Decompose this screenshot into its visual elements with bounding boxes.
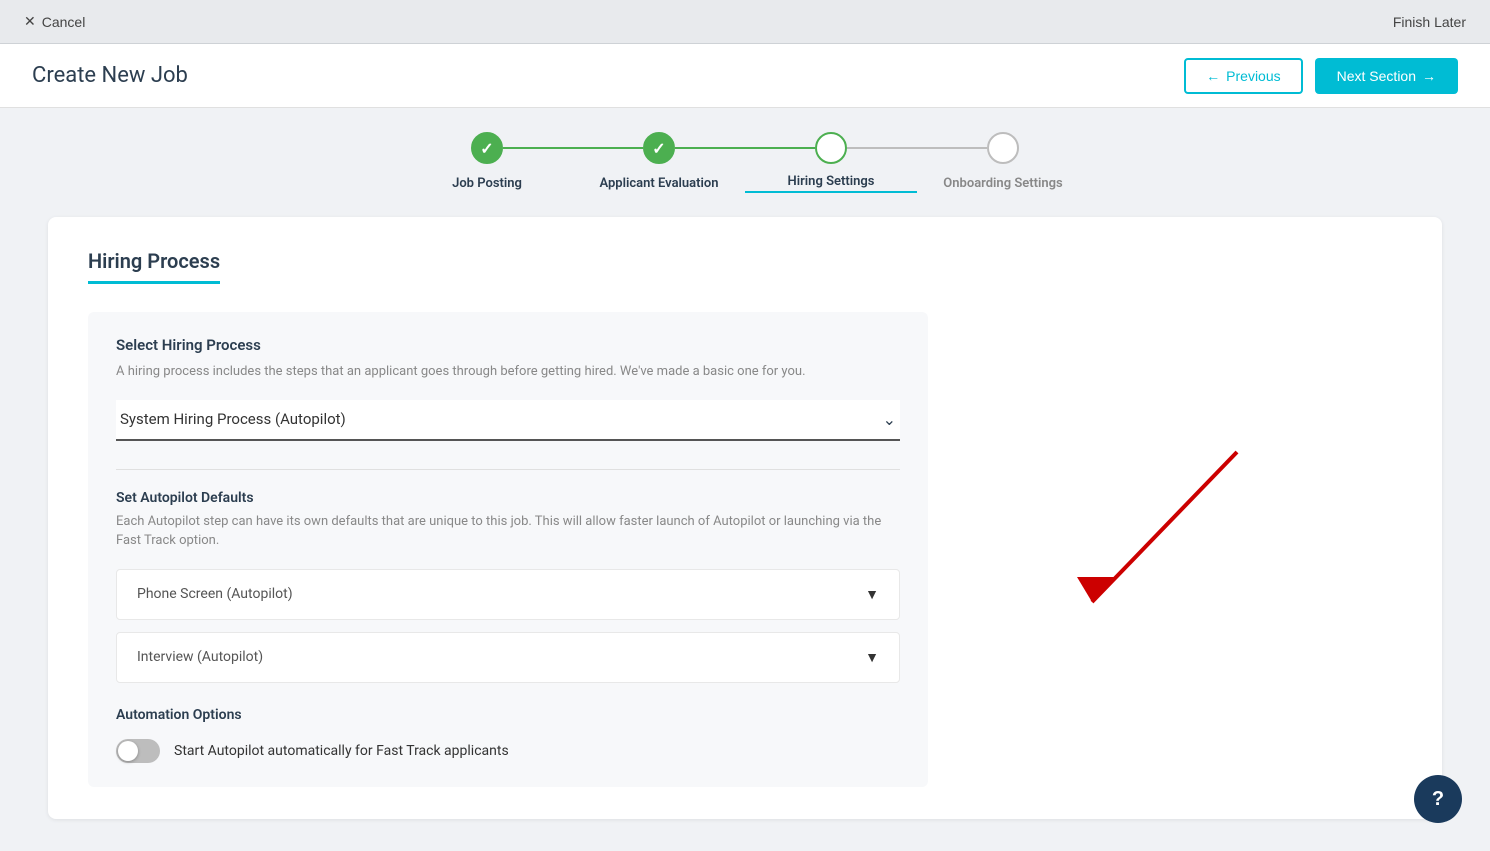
cancel-button[interactable]: ✕ Cancel xyxy=(24,13,85,30)
step-label-4[interactable]: Onboarding Settings xyxy=(917,176,1089,191)
next-label: Next Section xyxy=(1337,68,1416,84)
interview-chevron: ▼ xyxy=(865,649,879,666)
header-actions: ← Previous Next Section → xyxy=(1184,58,1458,94)
arrow-right-icon: → xyxy=(1422,68,1436,84)
autopilot-desc: Each Autopilot step can have its own def… xyxy=(116,512,900,551)
hiring-process-dropdown[interactable]: System Hiring Process (Autopilot) ⌄ xyxy=(116,400,900,441)
arrow-left-icon: ← xyxy=(1206,68,1220,84)
step-line-1 xyxy=(503,147,643,149)
step-circle-3 xyxy=(815,132,847,164)
main-content: Hiring Process Select Hiring Process A h… xyxy=(0,193,1490,843)
automation-title: Automation Options xyxy=(116,707,900,723)
finish-later-label: Finish Later xyxy=(1393,14,1466,30)
interview-accordion[interactable]: Interview (Autopilot) ▼ xyxy=(116,632,900,683)
page-title: Create New Job xyxy=(32,63,188,88)
top-bar: ✕ Cancel Finish Later xyxy=(0,0,1490,44)
automation-options-section: Automation Options Start Autopilot autom… xyxy=(116,707,900,763)
steps-labels: Job Posting Applicant Evaluation Hiring … xyxy=(401,174,1089,193)
select-hiring-desc: A hiring process includes the steps that… xyxy=(116,362,900,382)
hiring-process-card: Hiring Process Select Hiring Process A h… xyxy=(48,217,1442,819)
step-label-1[interactable]: Job Posting xyxy=(401,176,573,191)
phone-screen-label: Phone Screen (Autopilot) xyxy=(137,586,293,602)
toggle-row: Start Autopilot automatically for Fast T… xyxy=(116,739,900,763)
select-hiring-title: Select Hiring Process xyxy=(116,336,900,354)
step-label-2[interactable]: Applicant Evaluation xyxy=(573,176,745,191)
select-hiring-process-box: Select Hiring Process A hiring process i… xyxy=(88,312,928,787)
step-circle-4 xyxy=(987,132,1019,164)
section-title: Hiring Process xyxy=(88,249,220,284)
toggle-label: Start Autopilot automatically for Fast T… xyxy=(174,743,509,759)
help-button[interactable]: ? xyxy=(1414,775,1462,823)
phone-screen-chevron: ▼ xyxy=(865,586,879,603)
question-mark-icon: ? xyxy=(1432,788,1444,811)
finish-later-button[interactable]: Finish Later xyxy=(1393,14,1466,30)
toggle-knob xyxy=(118,741,138,761)
autopilot-section: Set Autopilot Defaults Each Autopilot st… xyxy=(116,469,900,763)
phone-screen-accordion[interactable]: Phone Screen (Autopilot) ▼ xyxy=(116,569,900,620)
step-line-2 xyxy=(675,147,815,149)
progress-section: ✓ ✓ Job Posting Applicant Evaluation Hir… xyxy=(0,108,1490,193)
step-label-3[interactable]: Hiring Settings xyxy=(745,174,917,193)
previous-label: Previous xyxy=(1226,68,1280,84)
close-icon: ✕ xyxy=(24,13,36,30)
autopilot-toggle[interactable] xyxy=(116,739,160,763)
interview-label: Interview (Autopilot) xyxy=(137,649,263,665)
step-circle-2: ✓ xyxy=(643,132,675,164)
step-line-3 xyxy=(847,147,987,149)
autopilot-title: Set Autopilot Defaults xyxy=(116,490,900,506)
hiring-process-value: System Hiring Process (Autopilot) xyxy=(120,410,346,428)
arrow-annotation xyxy=(1022,447,1242,647)
step-circle-1: ✓ xyxy=(471,132,503,164)
cancel-label: Cancel xyxy=(42,14,86,30)
previous-button[interactable]: ← Previous xyxy=(1184,58,1302,94)
page-header: Create New Job ← Previous Next Section → xyxy=(0,44,1490,108)
next-section-button[interactable]: Next Section → xyxy=(1315,58,1458,94)
chevron-down-icon: ⌄ xyxy=(883,410,896,429)
steps-track: ✓ ✓ xyxy=(471,132,1019,164)
